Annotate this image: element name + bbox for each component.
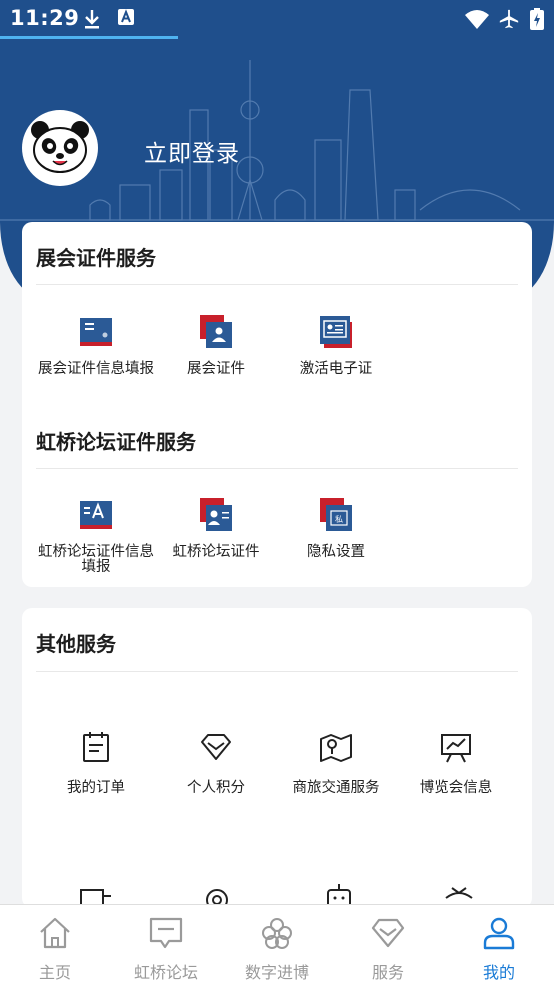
expo-badge-icon <box>200 315 232 348</box>
divider <box>36 671 518 672</box>
tab-services[interactable]: 服务 <box>333 915 443 983</box>
forum-section-title: 虹桥论坛证件服务 <box>36 430 196 454</box>
download-icon <box>85 10 99 29</box>
divider <box>36 468 518 469</box>
expo-cert-info-fill-button[interactable]: 展会证件信息填报 <box>36 314 156 377</box>
tab-label: 数字进博 <box>244 963 309 982</box>
airplane-mode-icon <box>499 9 519 29</box>
person-icon <box>483 917 515 950</box>
activate-ecard-button[interactable]: 激活电子证 <box>276 314 396 377</box>
tab-label: 我的 <box>482 963 515 982</box>
expo-info-button[interactable]: 博览会信息 <box>396 730 516 797</box>
app-notification-icon <box>118 9 134 25</box>
forum-cert-info-fill-button[interactable]: 虹桥论坛证件信息填报 <box>36 497 156 575</box>
svg-text:私: 私 <box>335 515 343 524</box>
expo-section-title: 展会证件服务 <box>36 246 156 270</box>
points-diamond-icon <box>201 734 231 760</box>
diamond-icon <box>371 918 405 948</box>
privacy-settings-button[interactable]: 私 隐私设置 <box>276 497 396 560</box>
forum-badge-icon <box>200 498 232 531</box>
clover-icon <box>262 918 292 949</box>
other-section-title: 其他服务 <box>36 632 116 656</box>
status-time: 11:29 <box>10 6 80 30</box>
business-travel-button[interactable]: 商旅交通服务 <box>276 730 396 797</box>
battery-charging-icon <box>530 8 544 30</box>
tab-label: 服务 <box>371 963 404 982</box>
item-label: 虹桥论坛证件信息填报 <box>38 544 154 575</box>
status-bar: 11:29 <box>0 0 554 38</box>
avatar[interactable] <box>22 110 98 186</box>
certificate-services-card: 展会证件服务 展会证件信息填报 展会证件 激活电子证 虹桥论坛证件服务 虹桥论坛… <box>22 222 532 587</box>
loading-progress-line <box>0 36 178 39</box>
my-orders-button[interactable]: 我的订单 <box>36 730 156 797</box>
presentation-board-icon <box>441 734 471 763</box>
chat-bubble-icon <box>149 917 183 949</box>
item-label: 博览会信息 <box>419 780 493 796</box>
order-icon <box>83 732 109 762</box>
item-label: 个人积分 <box>187 780 245 796</box>
bottom-tab-bar: 主页 虹桥论坛 数字进博 服务 我的 <box>0 904 554 984</box>
home-icon <box>40 917 70 949</box>
expo-doc-form-icon <box>80 318 112 346</box>
panda-avatar-icon <box>31 121 89 173</box>
item-label: 虹桥论坛证件 <box>172 544 260 560</box>
divider <box>36 284 518 285</box>
forum-cert-button[interactable]: 虹桥论坛证件 <box>156 497 276 560</box>
activate-ecard-icon <box>320 316 352 348</box>
personal-points-button[interactable]: 个人积分 <box>156 730 276 797</box>
item-label: 展会证件 <box>187 361 245 377</box>
item-label: 激活电子证 <box>299 361 373 377</box>
tab-mine[interactable]: 我的 <box>444 915 554 983</box>
item-label: 商旅交通服务 <box>292 780 380 796</box>
login-button[interactable]: 立即登录 <box>144 134 240 168</box>
item-label: 展会证件信息填报 <box>38 361 154 377</box>
item-label: 隐私设置 <box>307 544 365 560</box>
forum-doc-form-icon <box>80 501 112 529</box>
tab-digital-expo[interactable]: 数字进博 <box>222 915 332 983</box>
tab-label: 虹桥论坛 <box>133 963 198 982</box>
privacy-settings-icon: 私 <box>320 498 352 531</box>
tab-label: 主页 <box>38 963 71 982</box>
tab-home[interactable]: 主页 <box>0 915 110 983</box>
tab-hongqiao-forum[interactable]: 虹桥论坛 <box>111 915 221 983</box>
wifi-icon <box>465 10 489 29</box>
other-services-card: 其他服务 我的订单 个人积分 商旅交通服务 博览会信息 <box>22 608 532 908</box>
map-pin-icon <box>320 734 352 762</box>
item-label: 我的订单 <box>67 780 125 796</box>
expo-cert-button[interactable]: 展会证件 <box>156 314 276 377</box>
